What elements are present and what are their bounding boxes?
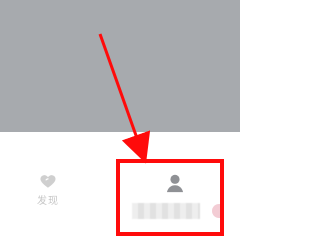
- heart-icon: [40, 175, 56, 188]
- tab-discover-label: 发现: [37, 196, 59, 207]
- tab-discover[interactable]: 发现: [28, 172, 68, 220]
- content-area: [0, 0, 240, 132]
- annotation-highlight-box: [116, 159, 224, 236]
